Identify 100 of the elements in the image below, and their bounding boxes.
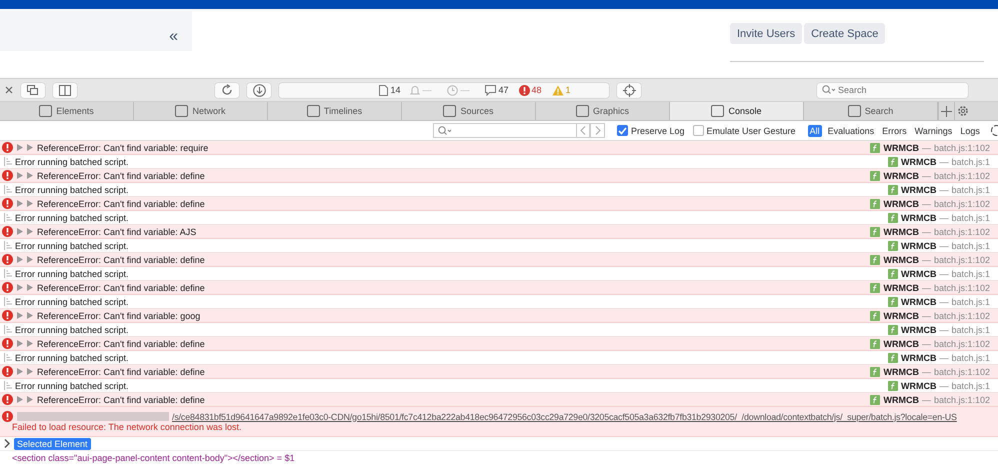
function-name: WRMCB: [883, 338, 919, 348]
error-icon: [2, 411, 13, 422]
function-name: WRMCB: [883, 366, 919, 376]
error-icon: [2, 310, 13, 321]
next-button[interactable]: [590, 123, 605, 138]
source-location[interactable]: batch.js:1: [951, 240, 990, 250]
log-icon: [4, 185, 12, 194]
log-message: Error running batched script.: [15, 156, 130, 166]
source-location[interactable]: batch.js:1:102: [934, 142, 990, 152]
source-location[interactable]: batch.js:1: [951, 324, 990, 334]
error-message: Failed to load resource: The network connection was lost.: [12, 422, 242, 432]
search-field[interactable]: Search: [817, 82, 968, 98]
collapse-sidebar-button[interactable]: «: [169, 29, 178, 45]
source-location[interactable]: batch.js:1:102: [934, 198, 990, 208]
error-message: ReferenceError: Can't find variable: define: [37, 338, 206, 348]
function-icon: [888, 184, 898, 194]
source-location[interactable]: batch.js:1:102: [934, 310, 990, 320]
source-location[interactable]: batch.js:1:102: [934, 394, 990, 404]
function-name: WRMCB: [883, 282, 919, 292]
emulate-gesture-checkbox[interactable]: Emulate User Gesture: [692, 125, 796, 136]
chevron-right-icon: [594, 126, 600, 135]
devtools-tab[interactable]: Timelines: [268, 102, 402, 120]
previous-button[interactable]: [575, 123, 590, 138]
source-location[interactable]: batch.js:1: [951, 352, 990, 362]
resource-count: 14: [390, 85, 400, 95]
log-icon: [4, 297, 12, 306]
log-icon: [4, 269, 12, 278]
log-icon: [4, 353, 12, 362]
inspect-element-button[interactable]: [617, 82, 641, 98]
separator: —: [922, 310, 931, 320]
log-message: Error running batched script.: [15, 352, 130, 362]
error-message: ReferenceError: Can't find variable: goog: [37, 310, 202, 320]
source-location[interactable]: batch.js:1:102: [934, 282, 990, 292]
log-icon: [4, 241, 12, 250]
source-location[interactable]: batch.js:1:102: [934, 226, 990, 236]
separator: —: [922, 394, 931, 404]
function-icon: [888, 324, 898, 334]
source-location[interactable]: batch.js:1: [951, 156, 990, 166]
function-name: WRMCB: [883, 170, 919, 180]
devtools-tab[interactable]: Elements: [0, 102, 134, 120]
devtools-tab[interactable]: Console: [670, 102, 804, 120]
source-location[interactable]: batch.js:1:102: [934, 366, 990, 376]
devtools-tab[interactable]: Network: [134, 102, 268, 120]
function-name: WRMCB: [883, 310, 919, 320]
level-filter[interactable]: Evaluations: [826, 124, 876, 136]
error-icon: [2, 282, 13, 293]
level-filter[interactable]: Errors: [880, 124, 909, 136]
checkbox-icon[interactable]: [692, 125, 704, 136]
devtools-tab[interactable]: Sources: [402, 102, 536, 120]
reload-button[interactable]: [215, 82, 239, 98]
message-count: 47: [498, 85, 508, 95]
level-filter[interactable]: Logs: [958, 124, 982, 136]
function-icon: [888, 268, 898, 278]
filter-field[interactable]: [433, 123, 577, 138]
header-button[interactable]: Invite Users: [730, 23, 802, 44]
log-icon: [4, 381, 12, 390]
error-icon: [2, 254, 13, 265]
source-location[interactable]: batch.js:1:102: [934, 254, 990, 264]
source-location[interactable]: batch.js:1: [951, 380, 990, 390]
add-tab-button[interactable]: [938, 102, 954, 120]
level-filter[interactable]: All: [808, 124, 822, 136]
source-location[interactable]: batch.js:1: [951, 268, 990, 278]
separator: —: [939, 296, 948, 306]
log-message: Error running batched script.: [15, 380, 130, 390]
error-message: ReferenceError: Can't find variable: AJS: [37, 226, 198, 236]
settings-button[interactable]: [954, 102, 970, 120]
separator: —: [939, 352, 948, 362]
close-icon[interactable]: [5, 86, 13, 94]
header-button[interactable]: Create Space: [804, 23, 886, 44]
selected-element-badge: Selected Element: [14, 438, 91, 450]
function-name: WRMCB: [900, 156, 936, 166]
separator: —: [939, 212, 948, 222]
dock-side-button[interactable]: [53, 82, 77, 98]
undock-button[interactable]: [21, 82, 45, 98]
preserve-log-checkbox[interactable]: Preserve Log: [617, 125, 685, 136]
source-location[interactable]: batch.js:1:102: [934, 170, 990, 180]
error-icon: [2, 170, 13, 181]
devtools-tab[interactable]: Search: [804, 102, 938, 120]
level-filter[interactable]: Warnings: [912, 124, 954, 136]
log-message: Error running batched script.: [15, 212, 130, 222]
function-name: WRMCB: [900, 352, 936, 362]
source-location[interactable]: batch.js:1:102: [934, 338, 990, 348]
function-name: WRMCB: [900, 212, 936, 222]
separator: —: [939, 240, 948, 250]
error-message: ReferenceError: Can't find variable: define: [37, 170, 206, 180]
clock-icon: [447, 84, 458, 96]
resource-url[interactable]: /s/ce84831bf51d9641647a9892e1fe03c0-CDN/go15hi/8501/fc7c412ba222ab418ec96472956c03cc29a729e0/3205cacf505a3a632fb7fb31b2930205/_/download/contextbatch/js/_super/batch.js?locale=en-US: [172, 412, 957, 422]
source-location[interactable]: batch.js:1: [951, 212, 990, 222]
function-name: WRMCB: [883, 254, 919, 264]
download-button[interactable]: [247, 82, 271, 98]
function-icon: [888, 240, 898, 250]
source-location[interactable]: batch.js:1: [951, 296, 990, 306]
message-icon: [485, 84, 496, 96]
error-message: ReferenceError: Can't find variable: define: [37, 394, 206, 404]
log-icon: [4, 157, 12, 166]
split-panel-icon: [59, 84, 71, 96]
source-location[interactable]: batch.js:1: [951, 184, 990, 194]
log-message: Error running batched script.: [15, 268, 130, 278]
checkbox-icon[interactable]: [617, 125, 628, 136]
chevron-left-icon: [580, 126, 586, 135]
